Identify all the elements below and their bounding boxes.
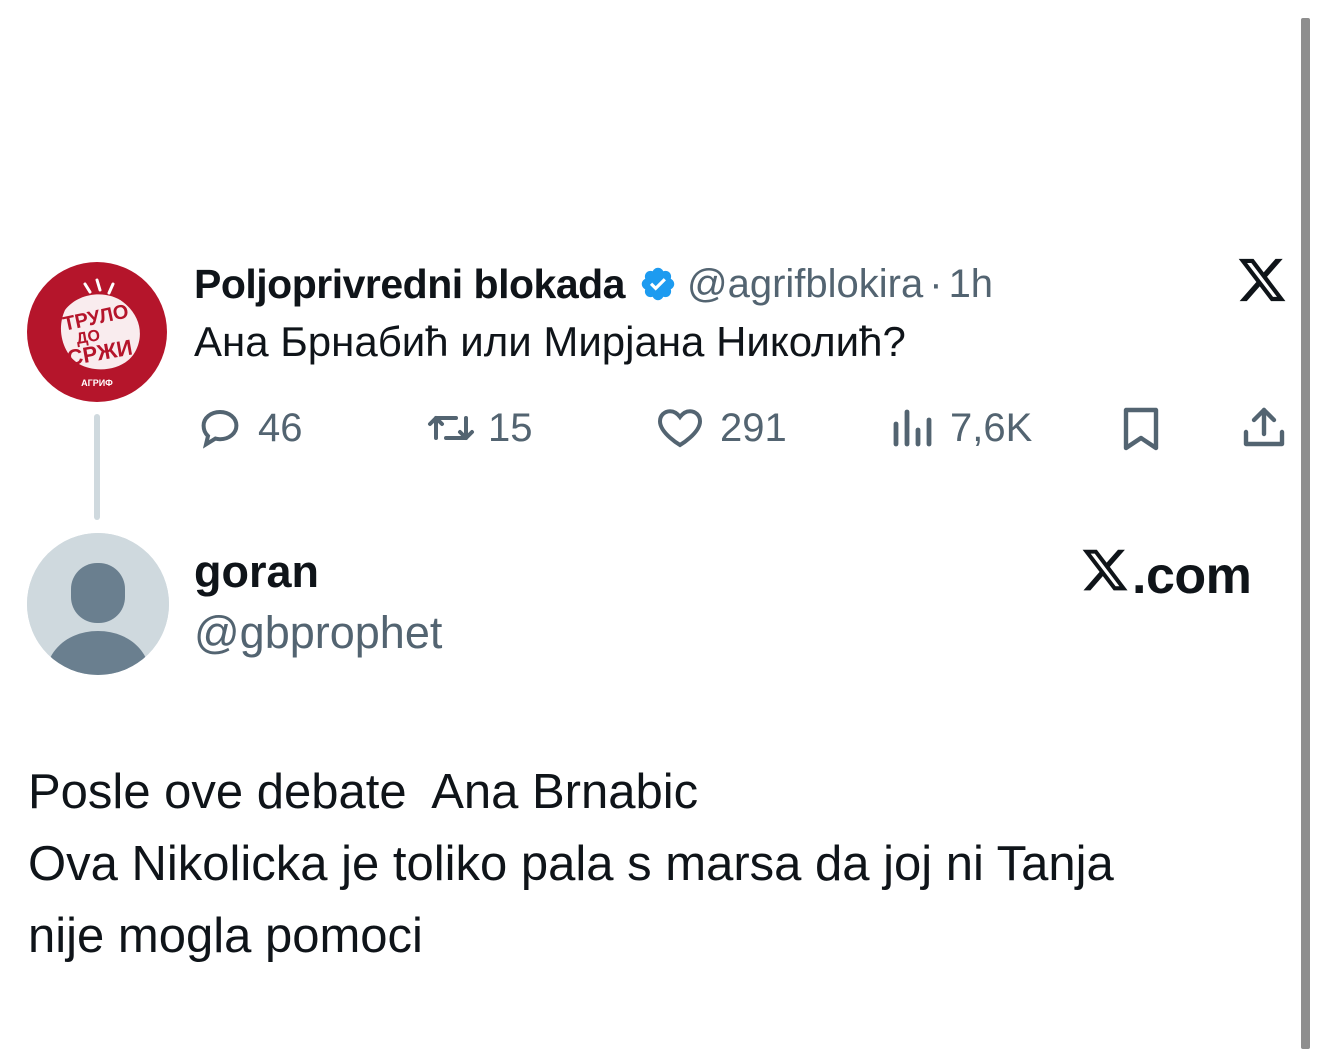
share-button[interactable]: [1240, 402, 1288, 454]
default-avatar-icon: [27, 533, 169, 675]
org-avatar[interactable]: ТРУЛО ДО СРЖИ АГРИФ: [27, 262, 167, 402]
author-handle[interactable]: @agrifblokira: [687, 262, 923, 307]
reply-line: nije mogla pomoci: [28, 909, 423, 963]
tweet-header: Poljoprivredni blokada @agrifblokira · 1…: [194, 256, 993, 312]
views-icon: [888, 404, 934, 452]
org-logo-icon: ТРУЛО ДО СРЖИ АГРИФ: [61, 278, 140, 388]
like-button[interactable]: 291: [654, 402, 787, 454]
heart-icon: [654, 404, 706, 452]
brand-domain-text: .com: [1132, 547, 1252, 605]
share-icon: [1240, 404, 1288, 452]
tweet-text: Ана Брнабић или Мирјана Николић?: [194, 318, 906, 365]
svg-text:АГРИФ: АГРИФ: [81, 378, 113, 388]
x-logo-icon: [1080, 545, 1132, 608]
author-display-name[interactable]: Poljoprivredni blokada: [194, 261, 625, 308]
tweet-timestamp[interactable]: 1h: [949, 262, 994, 307]
repost-button[interactable]: 15: [424, 402, 533, 454]
verified-badge-icon: [639, 265, 677, 303]
xcom-brand: .com: [1080, 547, 1252, 605]
reply-icon: [196, 404, 244, 452]
user-avatar[interactable]: [27, 533, 169, 675]
bookmark-button[interactable]: [1118, 402, 1164, 454]
views-count: 7,6K: [950, 405, 1033, 450]
thread-connector-line: [94, 414, 100, 520]
bookmark-icon: [1118, 404, 1164, 452]
views-button[interactable]: 7,6K: [888, 402, 1032, 454]
reply-body: Posle ove debate Ana Brnabic Ova Nikolic…: [28, 756, 1278, 972]
reply-author-handle[interactable]: @gbprophet: [194, 607, 442, 659]
x-logo-icon: [1236, 254, 1288, 306]
scrollbar[interactable]: [1301, 18, 1310, 1049]
separator-dot: ·: [929, 261, 943, 306]
reply-line: Ova Nikolicka je toliko pala s marsa da …: [28, 837, 1114, 891]
reply-line: Posle ove debate Ana Brnabic: [28, 765, 699, 819]
reply-button[interactable]: 46: [196, 402, 303, 454]
repost-icon: [424, 404, 478, 452]
reply-author-name[interactable]: goran: [194, 546, 319, 598]
repost-count: 15: [488, 405, 533, 450]
reply-count: 46: [258, 405, 303, 450]
like-count: 291: [720, 405, 787, 450]
